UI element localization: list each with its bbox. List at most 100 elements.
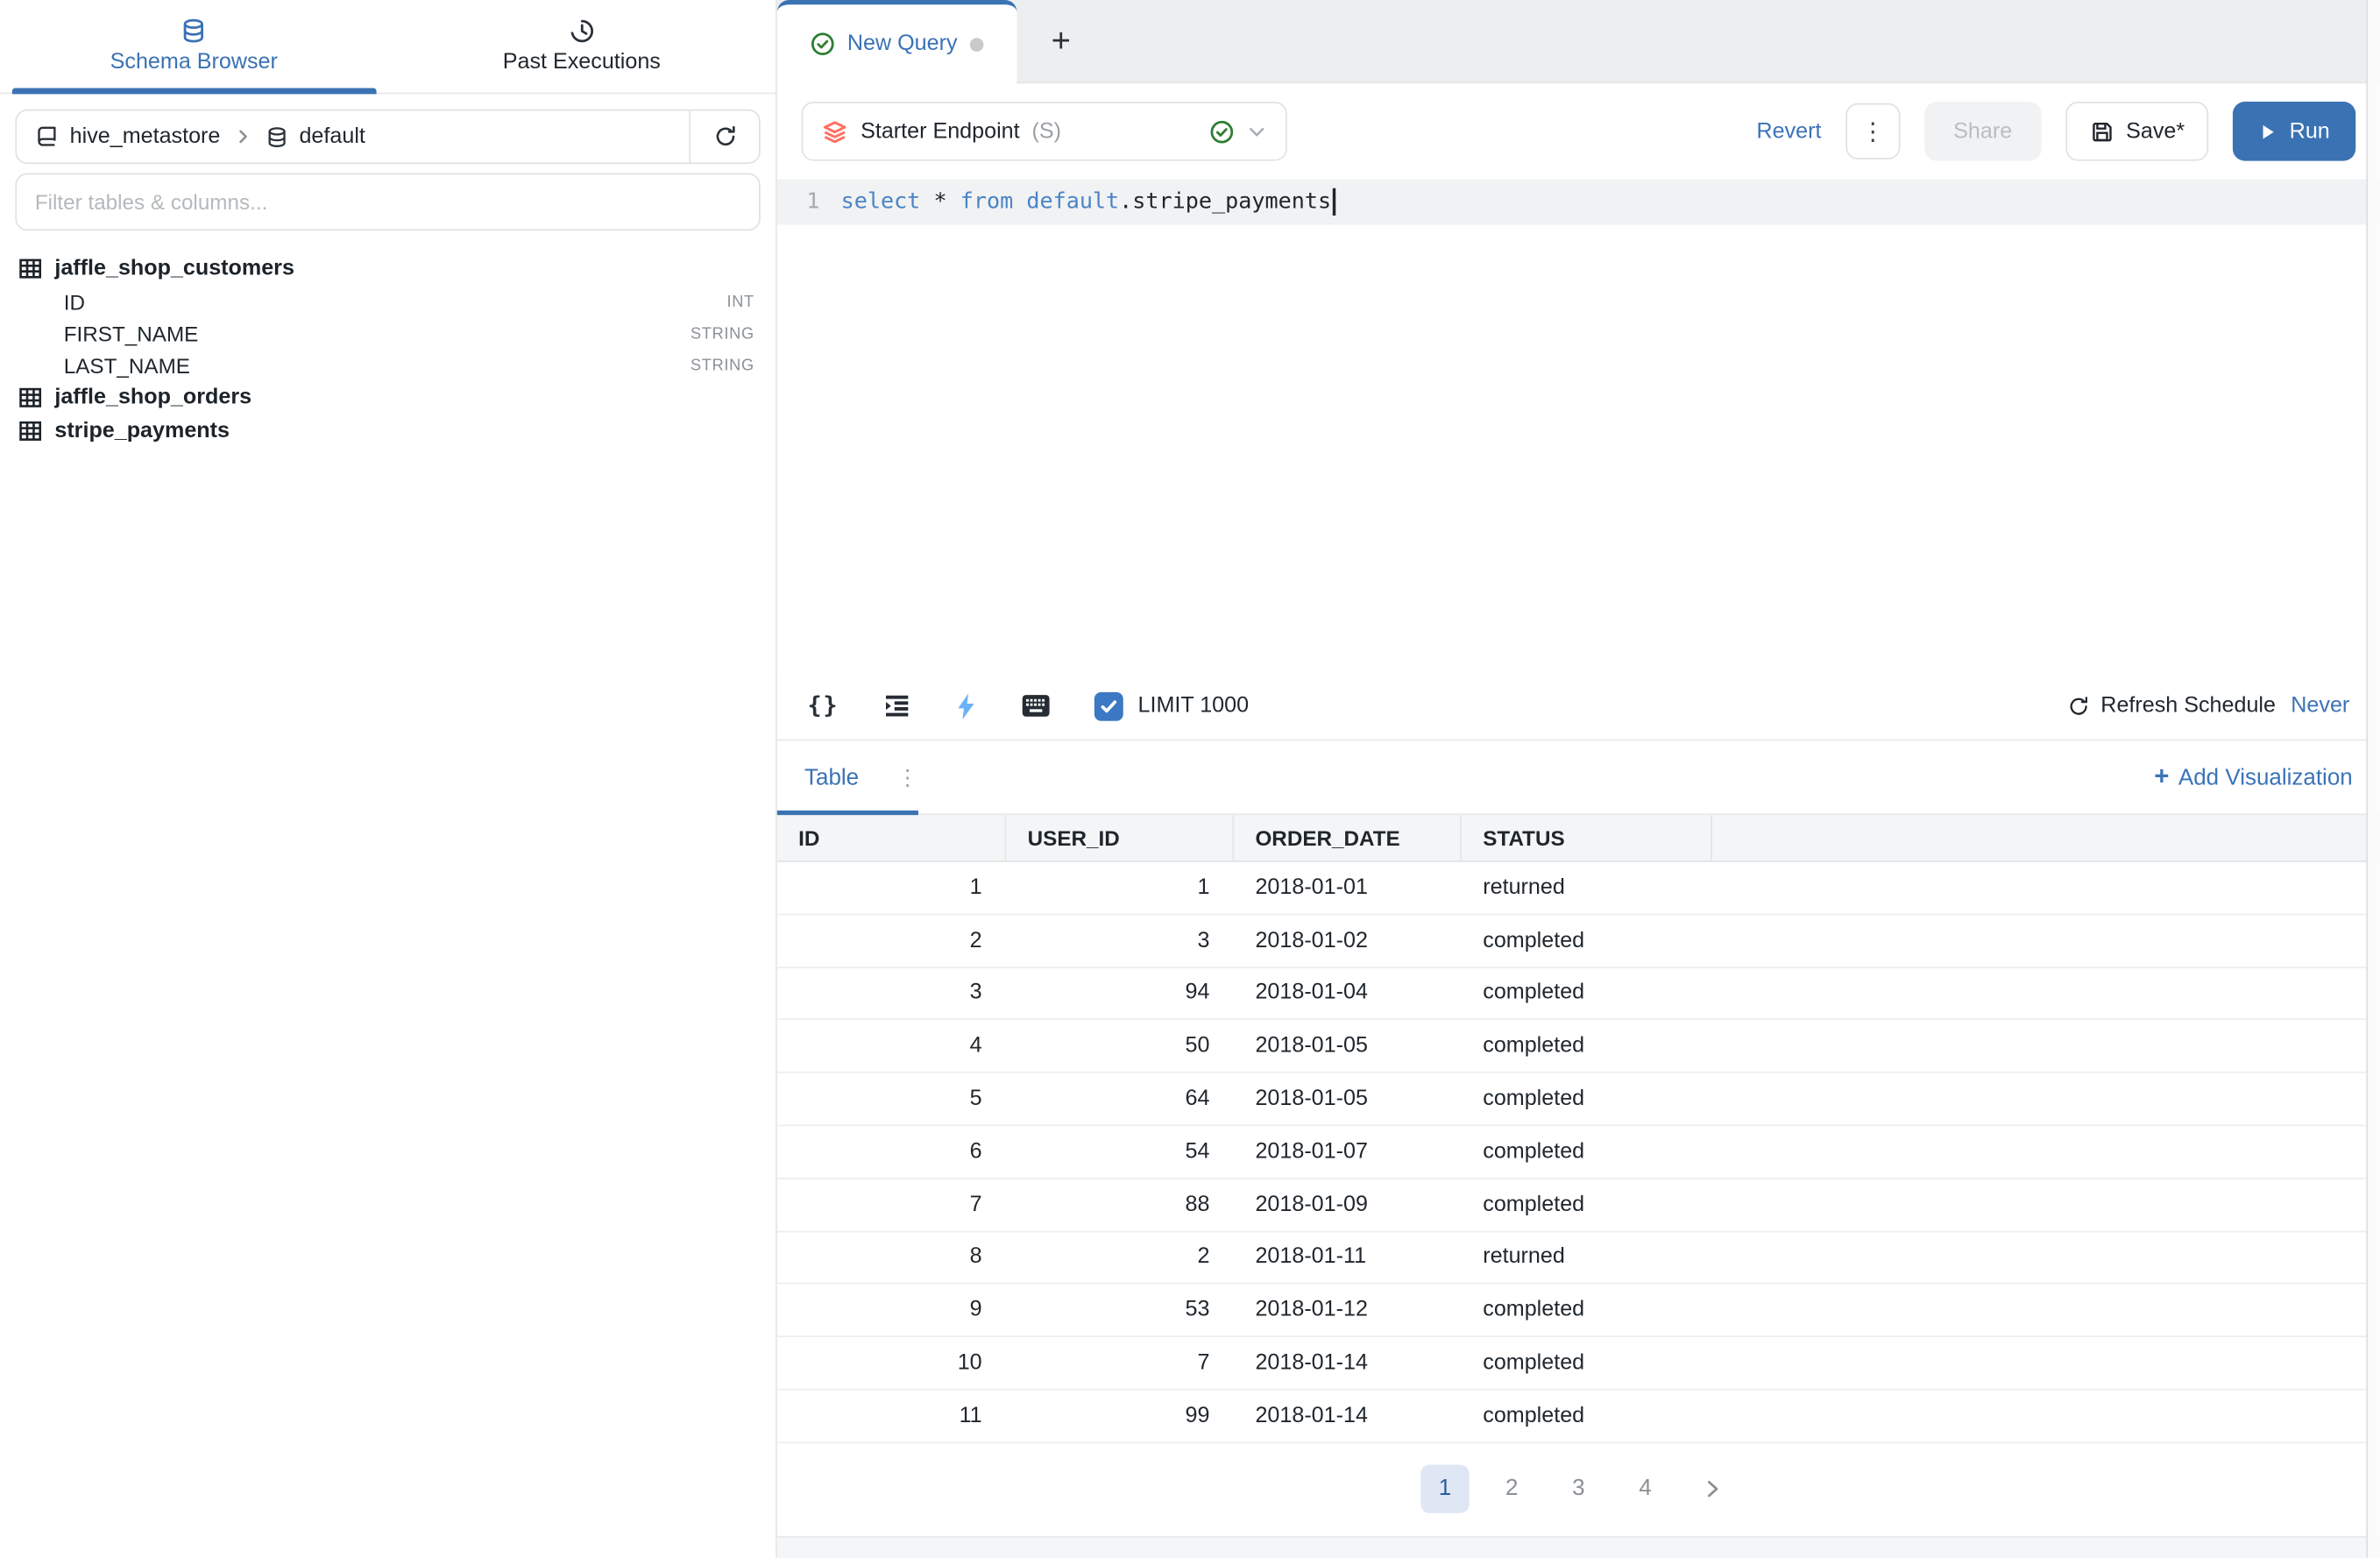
query-toolbar: Starter Endpoint (S) Revert ⋮ Share Save… xyxy=(777,83,2380,179)
table-cell: 11 xyxy=(777,1391,1007,1442)
table-cell: 1 xyxy=(1006,862,1234,914)
limit-label: LIMIT 1000 xyxy=(1138,694,1250,719)
braces-icon: {} xyxy=(807,692,839,719)
more-actions-button[interactable]: ⋮ xyxy=(1845,103,1900,159)
page-button-1[interactable]: 1 xyxy=(1420,1464,1469,1512)
breadcrumb-schema[interactable]: default xyxy=(299,124,365,149)
table-cell: 2018-01-12 xyxy=(1234,1285,1462,1336)
page-button-3[interactable]: 3 xyxy=(1555,1464,1603,1512)
table-cell: returned xyxy=(1462,862,1712,914)
table-cell: completed xyxy=(1462,1021,1712,1073)
table-row: 5642018-01-05completed xyxy=(777,1073,2380,1126)
refresh-schedule-label: Refresh Schedule xyxy=(2100,694,2276,719)
tab-new-query[interactable]: New Query xyxy=(777,0,1017,83)
refresh-icon xyxy=(712,124,737,149)
limit-checkbox[interactable] xyxy=(1094,691,1123,720)
add-visualization-button[interactable]: + Add Visualization xyxy=(2154,762,2352,793)
run-button[interactable]: Run xyxy=(2234,102,2356,161)
share-button[interactable]: Share xyxy=(1924,102,2041,161)
table-row: 11992018-01-14completed xyxy=(777,1391,2380,1443)
filter-tables-input[interactable] xyxy=(15,173,760,230)
schema-column-item[interactable]: FIRST_NAMESTRING xyxy=(15,317,760,349)
table-cell: 2018-01-11 xyxy=(1234,1232,1462,1284)
schema-table-item[interactable]: jaffle_shop_orders xyxy=(15,381,760,414)
catalog-icon xyxy=(35,124,60,149)
breadcrumb[interactable]: hive_metastore default xyxy=(17,110,689,162)
column-header[interactable]: ORDER_DATE xyxy=(1234,815,1462,860)
unsaved-dot-icon xyxy=(969,37,983,51)
table-row: 6542018-01-07completed xyxy=(777,1126,2380,1179)
table-cell: 2018-01-07 xyxy=(1234,1126,1462,1178)
table-cell: completed xyxy=(1462,1126,1712,1178)
table-cell: completed xyxy=(1462,915,1712,967)
sidebar-tab-label: Schema Browser xyxy=(110,50,278,74)
results-table: IDUSER_IDORDER_DATESTATUS 11 2018-01-01re… xyxy=(777,815,2380,1443)
schema-column-item[interactable]: LAST_NAME STRING xyxy=(15,349,760,380)
column-name: FIRST_NAME xyxy=(64,321,199,345)
table-row: 4502018-01-05completed xyxy=(777,1021,2380,1073)
sql-code: select * from default.stripe_payments xyxy=(841,190,1332,215)
revert-button[interactable]: Revert xyxy=(1756,119,1821,144)
table-cell: 2018-01-14 xyxy=(1234,1391,1462,1442)
table-cell: 2018-01-01 xyxy=(1234,862,1462,914)
quick-run-button[interactable] xyxy=(954,691,977,720)
table-name: jaffle_shop_customers xyxy=(54,257,294,281)
editor-footer-toolbar: {} LIMIT 1000 Refresh Schedule Never xyxy=(777,672,2380,740)
database-icon xyxy=(181,18,207,44)
results-table-header: IDUSER_IDORDER_DATESTATUS xyxy=(777,815,2380,862)
sql-editor[interactable]: 1 select * from default.stripe_payments xyxy=(777,179,2380,672)
results-tabbar: Table ⋮ + Add Visualization xyxy=(777,740,2380,815)
chevron-right-icon xyxy=(1702,1478,1723,1499)
refresh-schedule-value[interactable]: Never xyxy=(2291,694,2349,719)
tab-past-executions[interactable]: Past Executions xyxy=(388,0,776,93)
breadcrumb-catalog[interactable]: hive_metastore xyxy=(70,124,221,149)
editor-tabbar: New Query + xyxy=(777,0,2380,83)
line-number: 1 xyxy=(777,190,841,215)
endpoint-selector[interactable]: Starter Endpoint (S) xyxy=(802,102,1287,161)
page-button-2[interactable]: 2 xyxy=(1487,1464,1535,1512)
tab-label: New Query xyxy=(847,32,958,56)
next-page-button[interactable] xyxy=(1688,1464,1736,1512)
save-button[interactable]: Save* xyxy=(2065,102,2209,161)
table-cell: 2018-01-05 xyxy=(1234,1073,1462,1125)
lightning-icon xyxy=(954,691,977,720)
filter-box xyxy=(15,173,760,230)
active-tab-underline xyxy=(777,811,918,815)
column-header[interactable]: ID xyxy=(777,815,1007,860)
new-tab-button[interactable]: + xyxy=(1017,0,1105,82)
schema-breadcrumb: hive_metastore default xyxy=(15,110,760,164)
table-cell: 2018-01-14 xyxy=(1234,1337,1462,1389)
keyboard-shortcuts-button[interactable] xyxy=(1021,694,1050,719)
results-tab-kebab-icon[interactable]: ⋮ xyxy=(896,764,917,790)
column-type: STRING xyxy=(691,356,754,374)
auto-indent-button[interactable] xyxy=(883,692,910,719)
schema-table-item[interactable]: jaffle_shop_customers xyxy=(15,252,760,286)
column-header[interactable]: USER_ID xyxy=(1006,815,1234,860)
column-header[interactable]: STATUS xyxy=(1462,815,1712,860)
table-cell: 2018-01-09 xyxy=(1234,1179,1462,1230)
table-row: 112018-01-01returned xyxy=(777,862,2380,915)
database-icon xyxy=(266,125,288,148)
table-cell: completed xyxy=(1462,1179,1712,1230)
endpoint-size: (S) xyxy=(1031,119,1061,144)
play-icon xyxy=(2259,122,2277,140)
table-cell: completed xyxy=(1462,1391,1712,1442)
schema-column-item[interactable]: IDINT xyxy=(15,286,760,317)
schema-table-item[interactable]: stripe_payments xyxy=(15,414,760,448)
tab-table-results[interactable]: Table xyxy=(804,764,859,790)
table-cell: 64 xyxy=(1006,1073,1234,1125)
text-cursor xyxy=(1333,188,1335,216)
column-header-filler xyxy=(1712,815,2380,860)
format-query-button[interactable]: {} xyxy=(807,692,839,719)
tab-schema-browser[interactable]: Schema Browser xyxy=(0,0,388,93)
column-name: LAST_NAME xyxy=(64,353,190,378)
page-button-4[interactable]: 4 xyxy=(1621,1464,1669,1512)
endpoint-name: Starter Endpoint xyxy=(861,119,1020,144)
table-cell-filler xyxy=(1712,1391,2380,1442)
refresh-schema-button[interactable] xyxy=(689,110,759,162)
table-cell-filler xyxy=(1712,862,2380,914)
table-row: 232018-01-02completed xyxy=(777,915,2380,967)
table-cell: 99 xyxy=(1006,1391,1234,1442)
vertical-scrollbar[interactable] xyxy=(2366,0,2380,1558)
table-cell: 2 xyxy=(1006,1232,1234,1284)
